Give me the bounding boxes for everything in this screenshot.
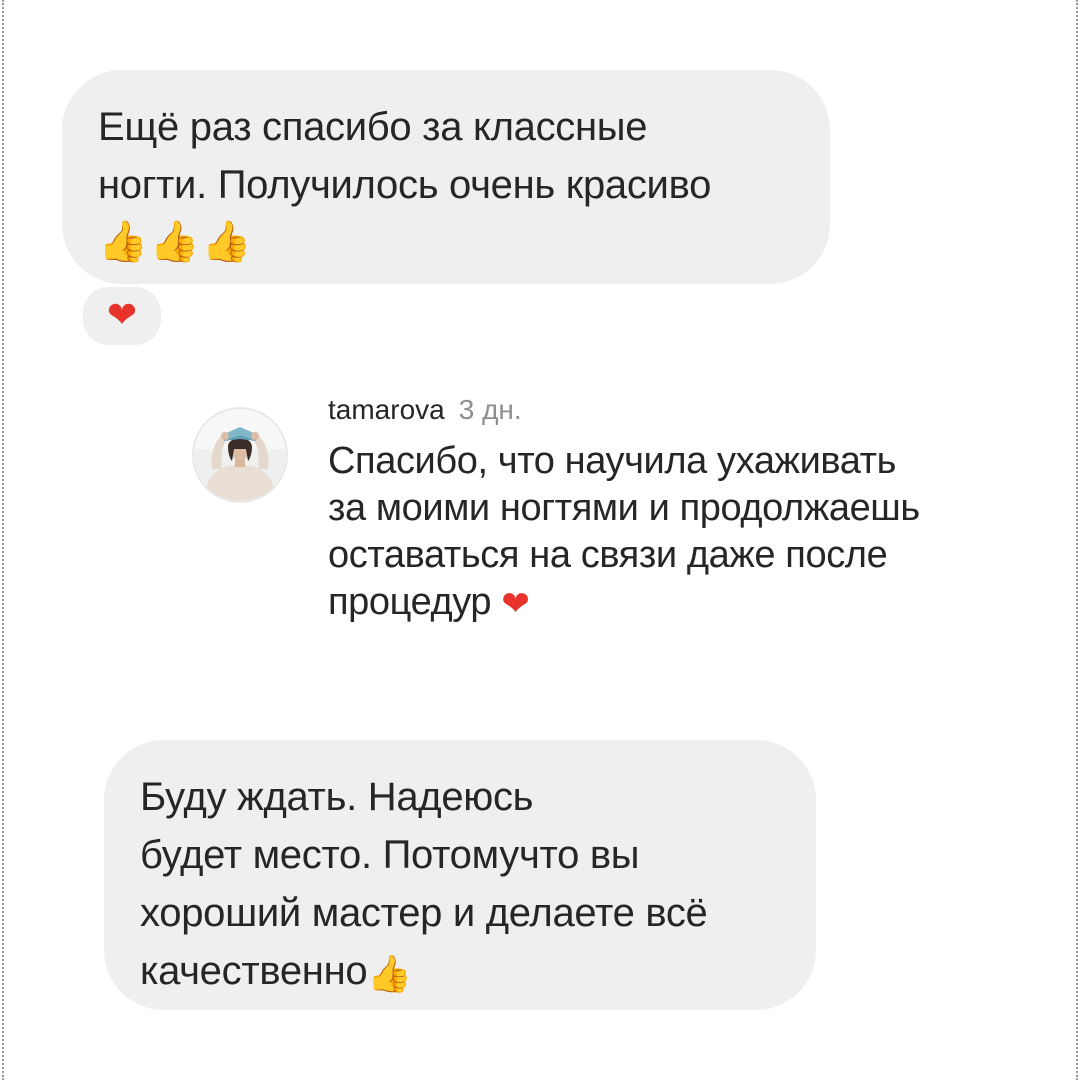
thumbs-up-icon: 👍	[201, 219, 252, 265]
left-border	[2, 0, 4, 1080]
avatar[interactable]	[192, 407, 288, 503]
reply-text-block: Спасибо, что научила ухаживать за моими …	[328, 438, 1028, 628]
right-border	[1076, 0, 1078, 1080]
reply-username[interactable]: tamarova	[328, 394, 445, 425]
message-bubble-2[interactable]: Буду ждать. Надеюсь будет место. Потомуч…	[104, 740, 816, 1010]
message-bubble-1[interactable]: Ещё раз спасибо за классные ногти. Получ…	[62, 70, 830, 284]
thumbs-up-icon: 👍	[149, 219, 200, 265]
reply-text: Спасибо, что научила ухаживать за моими …	[328, 440, 920, 623]
reaction-badge[interactable]: ❤	[80, 284, 164, 348]
message-text-2: Буду ждать. Надеюсь будет место. Потомуч…	[140, 775, 708, 993]
thumbs-up-icon: 👍	[367, 954, 412, 995]
reply-meta: tamarova 3 дн.	[328, 390, 1028, 430]
heart-icon: ❤	[106, 295, 138, 336]
reply-comment: tamarova 3 дн. Спасибо, что научила ухажи…	[328, 390, 1028, 628]
message-text-2-block: Буду ждать. Надеюсь будет место. Потомуч…	[140, 768, 796, 1004]
reply-timestamp: 3 дн.	[458, 394, 522, 425]
thumbs-row: 👍👍👍	[98, 214, 800, 270]
thumbs-up-icon: 👍	[98, 219, 148, 265]
heart-icon: ❤	[501, 584, 530, 624]
message-text-1: Ещё раз спасибо за классные ногти. Получ…	[98, 105, 712, 207]
avatar-image	[194, 409, 286, 501]
